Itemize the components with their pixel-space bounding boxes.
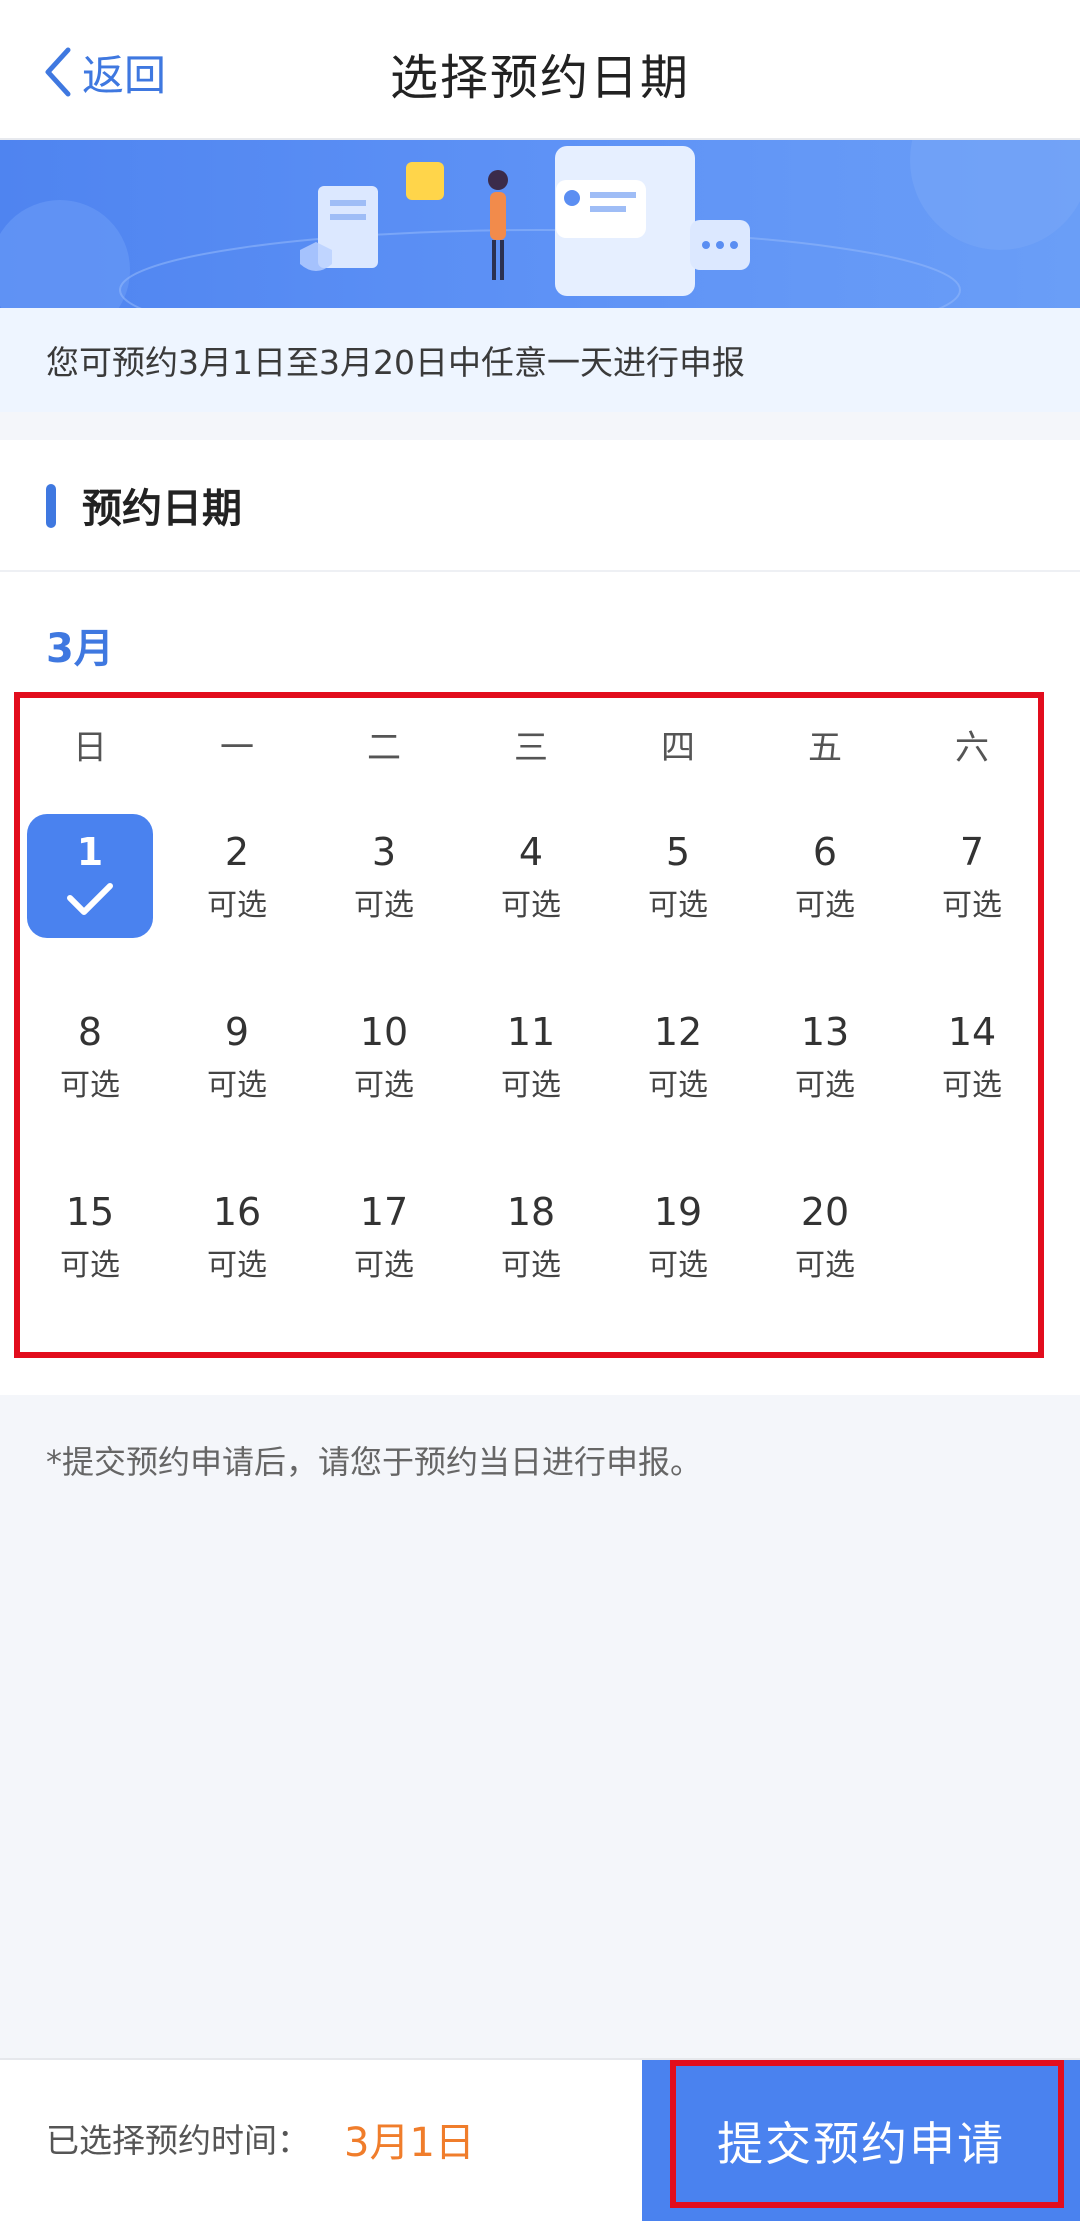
notice-text: 您可预约3月1日至3月20日中任意一天进行申报 xyxy=(46,343,745,382)
day-number: 3 xyxy=(371,830,397,874)
date-card: 预约日期 3月 日一二三四五六 1 2 可选 3 可选 4 可选 5 可选 6 可选 7 可选 8 可选 9 可… xyxy=(0,440,1080,1395)
calendar-day[interactable]: 14 可选 xyxy=(909,994,1035,1118)
day-status: 可选 xyxy=(648,888,708,923)
calendar-day[interactable]: 17 可选 xyxy=(321,1174,447,1298)
weekday-1: 一 xyxy=(220,728,254,768)
page-title: 选择预约日期 xyxy=(389,50,690,106)
calendar-day[interactable]: 6 可选 xyxy=(762,814,888,938)
submit-button[interactable]: 提交预约申请 xyxy=(642,2060,1080,2221)
calendar-day[interactable]: 12 可选 xyxy=(615,994,741,1118)
day-status: 可选 xyxy=(501,1068,561,1103)
day-status: 可选 xyxy=(207,888,267,923)
day-number: 7 xyxy=(959,830,985,874)
day-number: 18 xyxy=(506,1190,556,1234)
day-status: 可选 xyxy=(354,1068,414,1103)
day-number: 1 xyxy=(76,830,104,874)
day-number: 15 xyxy=(65,1190,115,1234)
weekday-2: 二 xyxy=(367,728,401,768)
day-status: 可选 xyxy=(207,1248,267,1283)
weekday-3: 三 xyxy=(514,728,548,768)
day-number: 17 xyxy=(359,1190,409,1234)
calendar-day[interactable]: 18 可选 xyxy=(468,1174,594,1298)
selected-time-label: 已选择预约时间： xyxy=(46,2121,310,2160)
calendar-day[interactable]: 3 可选 xyxy=(321,814,447,938)
day-number: 9 xyxy=(224,1010,250,1054)
selected-time-value: 3月1日 xyxy=(344,2120,475,2166)
calendar-day[interactable]: 7 可选 xyxy=(909,814,1035,938)
day-number: 16 xyxy=(212,1190,262,1234)
day-number: 8 xyxy=(77,1010,103,1054)
day-number: 6 xyxy=(812,830,838,874)
weekday-4: 四 xyxy=(661,728,695,768)
day-status: 可选 xyxy=(60,1068,120,1103)
day-number: 12 xyxy=(653,1010,703,1054)
calendar-day[interactable]: 8 可选 xyxy=(27,994,153,1118)
day-number: 14 xyxy=(947,1010,997,1054)
section-title: 预约日期 xyxy=(82,486,242,532)
banner-art xyxy=(0,140,1080,308)
day-number: 10 xyxy=(359,1010,409,1054)
day-number: 11 xyxy=(506,1010,556,1054)
day-status: 可选 xyxy=(942,1068,1002,1103)
calendar-day[interactable]: 13 可选 xyxy=(762,994,888,1118)
section-accent-bar xyxy=(46,484,56,528)
bottom-bar: 已选择预约时间： 3月1日 提交预约申请 xyxy=(0,2058,1080,2221)
day-number: 5 xyxy=(665,830,691,874)
calendar-day[interactable]: 16 可选 xyxy=(174,1174,300,1298)
day-status: 可选 xyxy=(795,888,855,923)
weekday-5: 五 xyxy=(808,728,842,768)
checkmark-icon xyxy=(67,883,113,915)
banner-illustration xyxy=(0,140,1080,308)
calendar-day[interactable]: 10 可选 xyxy=(321,994,447,1118)
day-status: 可选 xyxy=(648,1068,708,1103)
day-status: 可选 xyxy=(648,1248,708,1283)
day-status: 可选 xyxy=(207,1068,267,1103)
calendar-day[interactable]: 4 可选 xyxy=(468,814,594,938)
calendar-day[interactable]: 2 可选 xyxy=(174,814,300,938)
day-number: 19 xyxy=(653,1190,703,1234)
day-status: 可选 xyxy=(354,888,414,923)
calendar-day[interactable]: 20 可选 xyxy=(762,1174,888,1298)
footnote: *提交预约申请后，请您于预约当日进行申报。 xyxy=(46,1443,703,1481)
day-number: 4 xyxy=(518,830,544,874)
day-status: 可选 xyxy=(501,1248,561,1283)
day-number: 13 xyxy=(800,1010,850,1054)
weekday-0: 日 xyxy=(73,728,107,768)
section-header: 预约日期 xyxy=(0,440,1080,572)
weekday-header: 日一二三四五六 xyxy=(20,720,1038,780)
calendar-grid: 日一二三四五六 1 2 可选 3 可选 4 可选 5 可选 6 可选 7 可选 8 可选 9 可选 10 可选 11 可… xyxy=(14,692,1044,1358)
day-status: 可选 xyxy=(354,1248,414,1283)
day-status: 可选 xyxy=(60,1248,120,1283)
day-status: 可选 xyxy=(795,1068,855,1103)
booking-range-notice: 您可预约3月1日至3月20日中任意一天进行申报 xyxy=(0,308,1080,412)
month-label: 3月 xyxy=(46,626,114,672)
calendar-day[interactable]: 5 可选 xyxy=(615,814,741,938)
day-number: 20 xyxy=(800,1190,850,1234)
calendar-day[interactable]: 19 可选 xyxy=(615,1174,741,1298)
calendar-day[interactable]: 1 xyxy=(27,814,153,938)
calendar-day[interactable]: 15 可选 xyxy=(27,1174,153,1298)
day-status: 可选 xyxy=(942,888,1002,923)
day-status: 可选 xyxy=(795,1248,855,1283)
calendar-day[interactable]: 9 可选 xyxy=(174,994,300,1118)
navigation-bar: 返回 选择预约日期 xyxy=(0,0,1080,140)
day-number: 2 xyxy=(224,830,250,874)
weekday-6: 六 xyxy=(955,728,989,768)
calendar-day[interactable]: 11 可选 xyxy=(468,994,594,1118)
day-status: 可选 xyxy=(501,888,561,923)
